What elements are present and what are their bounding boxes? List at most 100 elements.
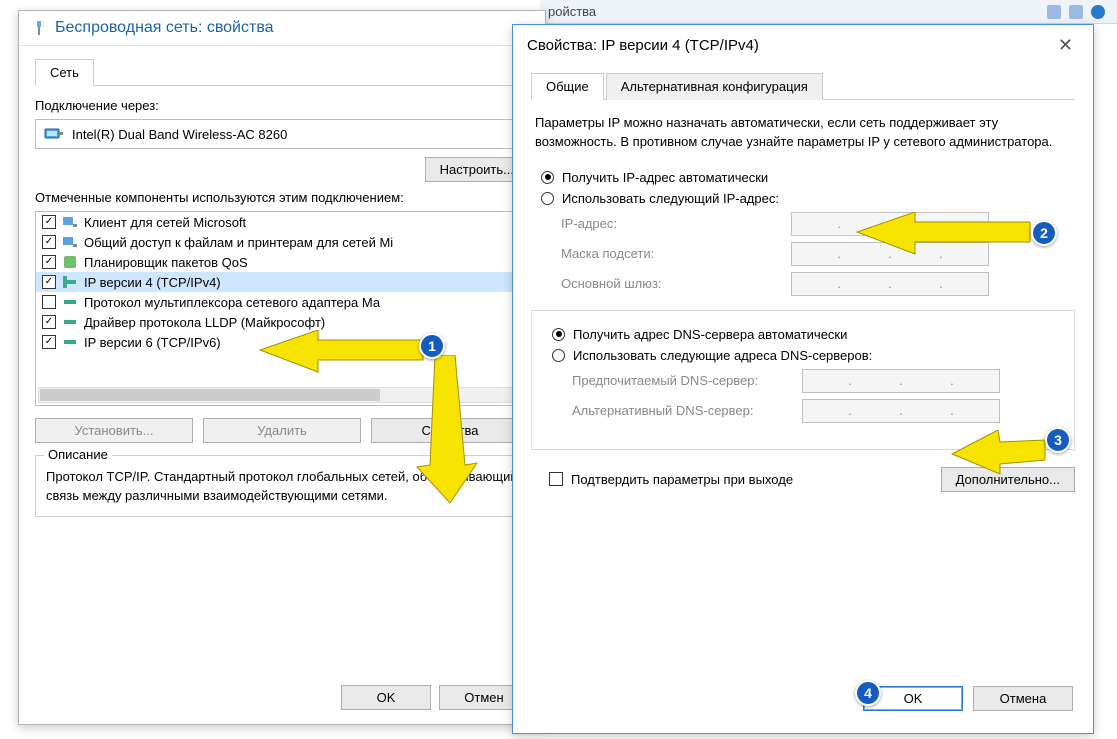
background-toolbar: ройства	[540, 0, 1117, 24]
description-text: Протокол TCP/IP. Стандартный протокол гл…	[46, 468, 518, 506]
annotation-badge-1: 1	[419, 333, 445, 359]
horizontal-scrollbar[interactable]	[38, 387, 526, 403]
annotation-badge-4: 4	[855, 680, 881, 706]
radio-dns-auto[interactable]: Получить адрес DNS-сервера автоматически	[552, 327, 1064, 342]
confirm-on-exit-checkbox[interactable]: Подтвердить параметры при выходе	[531, 472, 793, 487]
titlebar: Беспроводная сеть: свойства	[19, 11, 545, 46]
adapter-box: Intel(R) Dual Band Wireless-AC 8260	[35, 119, 529, 149]
item-label: IP версии 4 (TCP/IPv4)	[84, 275, 221, 290]
component-icon	[62, 294, 78, 310]
window-title: Беспроводная сеть: свойства	[55, 19, 274, 37]
list-item[interactable]: Драйвер протокола LLDP (Майкрософт)	[36, 312, 528, 332]
component-icon	[62, 254, 78, 270]
ipv4-properties-window: Свойства: IP версии 4 (TCP/IPv4) ✕ Общие…	[512, 24, 1094, 734]
ip-input: ...	[791, 212, 989, 236]
wireless-properties-window: Беспроводная сеть: свойства Сеть Подключ…	[18, 10, 546, 725]
annotation-badge-2: 2	[1031, 220, 1057, 246]
cancel-button[interactable]: Отмена	[973, 686, 1073, 711]
field-label: Маска подсети:	[561, 246, 791, 261]
bg-icon-2	[1069, 5, 1083, 19]
checkbox[interactable]	[42, 295, 56, 309]
window-title: Свойства: IP версии 4 (TCP/IPv4)	[527, 37, 759, 54]
component-icon	[62, 274, 78, 290]
field-ip: IP-адрес: ...	[561, 212, 1075, 236]
gateway-input: ...	[791, 272, 989, 296]
component-icon	[62, 314, 78, 330]
item-label: Планировщик пакетов QoS	[84, 255, 248, 270]
radio-dns-manual[interactable]: Использовать следующие адреса DNS-сервер…	[552, 348, 1064, 363]
tabs: Общие Альтернативная конфигурация	[531, 72, 1075, 100]
item-label: Общий доступ к файлам и принтерам для се…	[84, 235, 393, 250]
components-label: Отмеченные компоненты используются этим …	[35, 190, 529, 205]
item-label: Протокол мультиплексора сетевого адаптер…	[84, 295, 380, 310]
checkbox[interactable]	[42, 275, 56, 289]
tab-alt-config[interactable]: Альтернативная конфигурация	[606, 73, 823, 100]
dns-alt-input: ...	[802, 399, 1000, 423]
radio-label: Использовать следующие адреса DNS-сервер…	[573, 348, 872, 363]
checkbox[interactable]	[42, 235, 56, 249]
checkbox[interactable]	[42, 335, 56, 349]
adapter-name: Intel(R) Dual Band Wireless-AC 8260	[72, 127, 287, 142]
titlebar: Свойства: IP версии 4 (TCP/IPv4) ✕	[513, 25, 1093, 66]
component-icon	[62, 234, 78, 250]
remove-button[interactable]: Удалить	[203, 418, 361, 443]
component-icon	[62, 214, 78, 230]
radio-label: Использовать следующий IP-адрес:	[562, 191, 779, 206]
field-label: Основной шлюз:	[561, 276, 791, 291]
annotation-badge-3: 3	[1045, 427, 1071, 453]
list-item[interactable]: IP версии 6 (TCP/IPv6)	[36, 332, 528, 352]
ok-button[interactable]: OK	[341, 685, 431, 710]
description-legend: Описание	[44, 447, 112, 462]
background-text: ройства	[548, 4, 596, 19]
item-label: Клиент для сетей Microsoft	[84, 215, 246, 230]
radio-ip-auto[interactable]: Получить IP-адрес автоматически	[541, 170, 1075, 185]
radio-label: Получить адрес DNS-сервера автоматически	[573, 327, 847, 342]
description-group: Описание Протокол TCP/IP. Стандартный пр…	[35, 455, 529, 517]
field-label: Альтернативный DNS-сервер:	[572, 403, 802, 418]
radio-dot-icon	[541, 192, 554, 205]
scrollbar-thumb[interactable]	[40, 389, 380, 401]
checkbox[interactable]	[42, 215, 56, 229]
item-label: Драйвер протокола LLDP (Майкрософт)	[84, 315, 325, 330]
radio-ip-manual[interactable]: Использовать следующий IP-адрес:	[541, 191, 1075, 206]
field-label: IP-адрес:	[561, 216, 791, 231]
list-item[interactable]: Общий доступ к файлам и принтерам для се…	[36, 232, 528, 252]
list-item[interactable]: Клиент для сетей Microsoft	[36, 212, 528, 232]
adapter-icon	[44, 126, 64, 142]
dns-pref-input: ...	[802, 369, 1000, 393]
intro-text: Параметры IP можно назначать автоматичес…	[535, 114, 1071, 152]
checkbox[interactable]	[549, 472, 563, 486]
field-gateway: Основной шлюз: ...	[561, 272, 1075, 296]
radio-label: Получить IP-адрес автоматически	[562, 170, 768, 185]
advanced-button[interactable]: Дополнительно...	[941, 467, 1075, 492]
radio-dot-icon	[541, 171, 554, 184]
list-item-ipv4[interactable]: IP версии 4 (TCP/IPv4)	[36, 272, 528, 292]
tabs: Сеть	[35, 58, 529, 86]
properties-button[interactable]: Свойства	[371, 418, 529, 443]
tab-general[interactable]: Общие	[531, 73, 604, 100]
tab-network[interactable]: Сеть	[35, 59, 94, 86]
install-button[interactable]: Установить...	[35, 418, 193, 443]
item-label: IP версии 6 (TCP/IPv6)	[84, 335, 221, 350]
connection-label: Подключение через:	[35, 98, 529, 113]
field-label: Предпочитаемый DNS-сервер:	[572, 373, 802, 388]
checkbox-label: Подтвердить параметры при выходе	[571, 472, 793, 487]
ip-group: Получить IP-адрес автоматически Использо…	[531, 170, 1075, 296]
dns-group: Получить адрес DNS-сервера автоматически…	[531, 310, 1075, 450]
bg-icon-1	[1047, 5, 1061, 19]
field-dns-pref: Предпочитаемый DNS-сервер: ...	[572, 369, 1064, 393]
component-icon	[62, 334, 78, 350]
network-icon	[31, 20, 47, 36]
checkbox[interactable]	[42, 315, 56, 329]
bg-help-icon	[1091, 5, 1105, 19]
list-item[interactable]: Протокол мультиплексора сетевого адаптер…	[36, 292, 528, 312]
list-item[interactable]: Планировщик пакетов QoS	[36, 252, 528, 272]
field-mask: Маска подсети: ...	[561, 242, 1075, 266]
radio-dot-icon	[552, 349, 565, 362]
components-list[interactable]: Клиент для сетей Microsoft Общий доступ …	[35, 211, 529, 406]
checkbox[interactable]	[42, 255, 56, 269]
radio-dot-icon	[552, 328, 565, 341]
close-icon[interactable]: ✕	[1052, 35, 1079, 56]
mask-input: ...	[791, 242, 989, 266]
field-dns-alt: Альтернативный DNS-сервер: ...	[572, 399, 1064, 423]
